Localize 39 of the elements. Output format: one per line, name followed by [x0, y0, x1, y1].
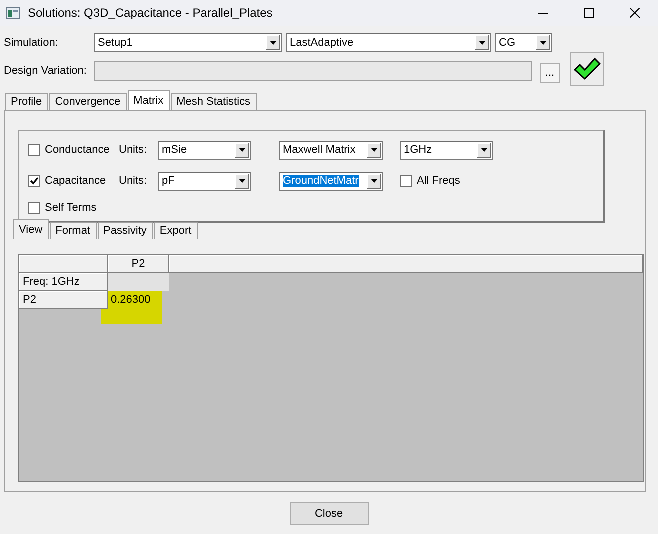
checkbox[interactable]: [28, 202, 40, 214]
option-label: Self Terms: [45, 202, 97, 214]
tab[interactable]: Mesh Statistics: [170, 93, 257, 110]
browse-button[interactable]: ...: [540, 63, 560, 83]
frequency-dropdown[interactable]: 1GHz: [400, 140, 493, 160]
apply-button[interactable]: [570, 52, 604, 86]
checkbox[interactable]: [28, 144, 40, 156]
units-label: Units:: [119, 175, 148, 187]
tab[interactable]: Export: [154, 222, 198, 239]
tab[interactable]: Format: [50, 222, 96, 239]
matrix-dropdown[interactable]: Maxwell Matrix: [279, 140, 383, 160]
option-label: Capacitance: [45, 175, 108, 187]
tab[interactable]: Passivity: [98, 222, 153, 239]
solution-dropdown[interactable]: LastAdaptive: [286, 33, 491, 52]
app-icon: [6, 7, 20, 19]
setup-dropdown[interactable]: Setup1: [94, 33, 282, 52]
tab[interactable]: View: [13, 219, 49, 239]
type-dropdown[interactable]: CG: [495, 33, 552, 52]
row-header: P2: [19, 291, 108, 309]
units-label: Units:: [119, 144, 148, 156]
row-header: Freq: 1GHz: [19, 273, 108, 291]
close-button[interactable]: Close: [290, 502, 368, 525]
units-dropdown[interactable]: mSie: [158, 140, 251, 160]
tab[interactable]: Convergence: [49, 93, 127, 110]
checkbox[interactable]: [400, 175, 412, 187]
option-label: All Freqs: [417, 175, 460, 187]
tab[interactable]: Matrix: [128, 90, 170, 110]
design-variation-label: Design Variation:: [3, 65, 88, 77]
checkmark-icon: [573, 57, 601, 81]
table-cell-text: 0.26300: [110, 293, 152, 308]
option-label: Conductance: [45, 144, 111, 156]
column-header: P2: [108, 255, 169, 273]
window-title: Solutions: Q3D_Capacitance - Parallel_Plates: [28, 6, 274, 20]
simulation-label: Simulation:: [3, 36, 60, 48]
units-dropdown[interactable]: pF: [158, 172, 251, 190]
matrix-dropdown[interactable]: GroundNetMatr: [279, 172, 383, 190]
checkbox[interactable]: [28, 175, 40, 187]
tab[interactable]: Profile: [5, 93, 48, 110]
design-variation-field[interactable]: [94, 61, 532, 81]
